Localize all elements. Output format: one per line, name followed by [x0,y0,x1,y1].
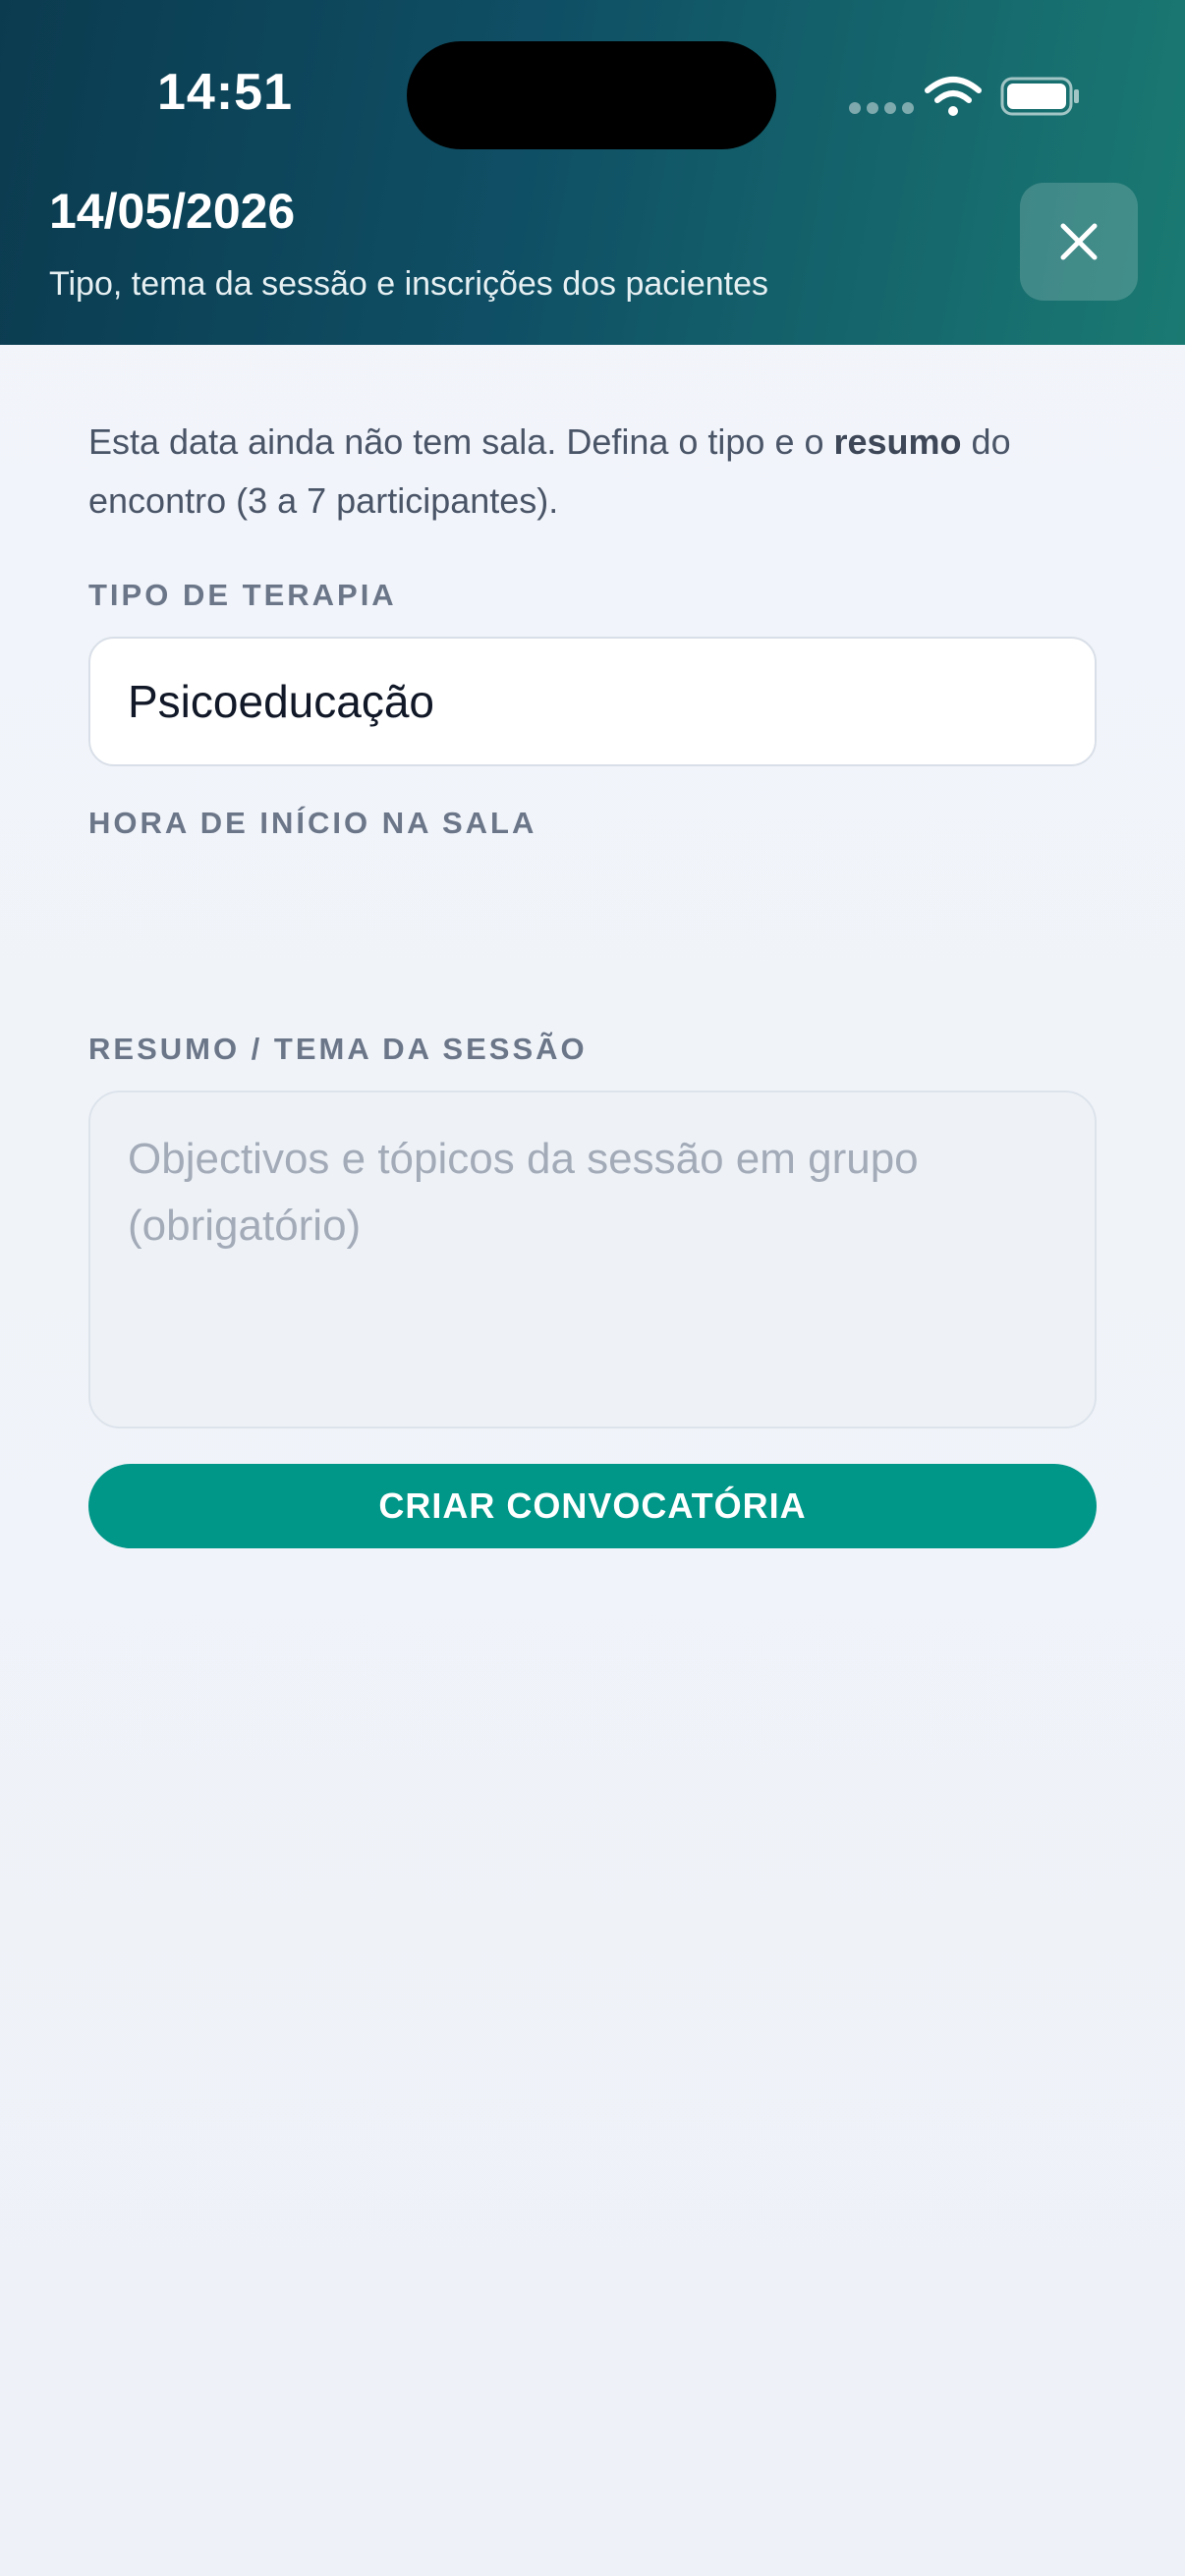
dynamic-island [407,41,776,149]
signal-dots-icon [849,102,914,114]
create-convocation-button[interactable]: CRIAR CONVOCATÓRIA [88,1464,1097,1548]
page-subtitle: Tipo, tema da sessão e inscrições dos pa… [49,265,769,303]
battery-icon [1000,77,1079,116]
status-time: 14:51 [157,64,293,121]
therapy-type-field[interactable]: Psicoeducação [88,637,1097,766]
intro-text-before: Esta data ainda não tem sala. Defina o t… [88,421,834,462]
wifi-icon [925,77,982,116]
close-button[interactable] [1020,183,1138,301]
summary-textarea[interactable]: Objectivos e tópicos da sessão em grupo … [88,1091,1097,1428]
summary-placeholder: Objectivos e tópicos da sessão em grupo … [128,1135,919,1250]
page-title: 14/05/2026 [49,184,296,239]
create-convocation-label: CRIAR CONVOCATÓRIA [378,1485,807,1526]
start-hour-label: HORA DE INÍCIO NA SALA [88,806,537,840]
close-icon [1060,223,1098,260]
intro-text: Esta data ainda não tem sala. Defina o t… [88,413,1097,531]
header: 14:51 14/05/2026 Tipo, tema da sessão e … [0,0,1185,345]
screen: 14:51 14/05/2026 Tipo, tema da sessão e … [0,0,1185,2576]
therapy-type-value: Psicoeducação [128,676,434,727]
therapy-type-label: TIPO DE TERAPIA [88,578,397,612]
form-content: Esta data ainda não tem sala. Defina o t… [88,413,1097,1548]
intro-text-bold: resumo [833,421,962,462]
summary-label: RESUMO / TEMA DA SESSÃO [88,1032,588,1066]
